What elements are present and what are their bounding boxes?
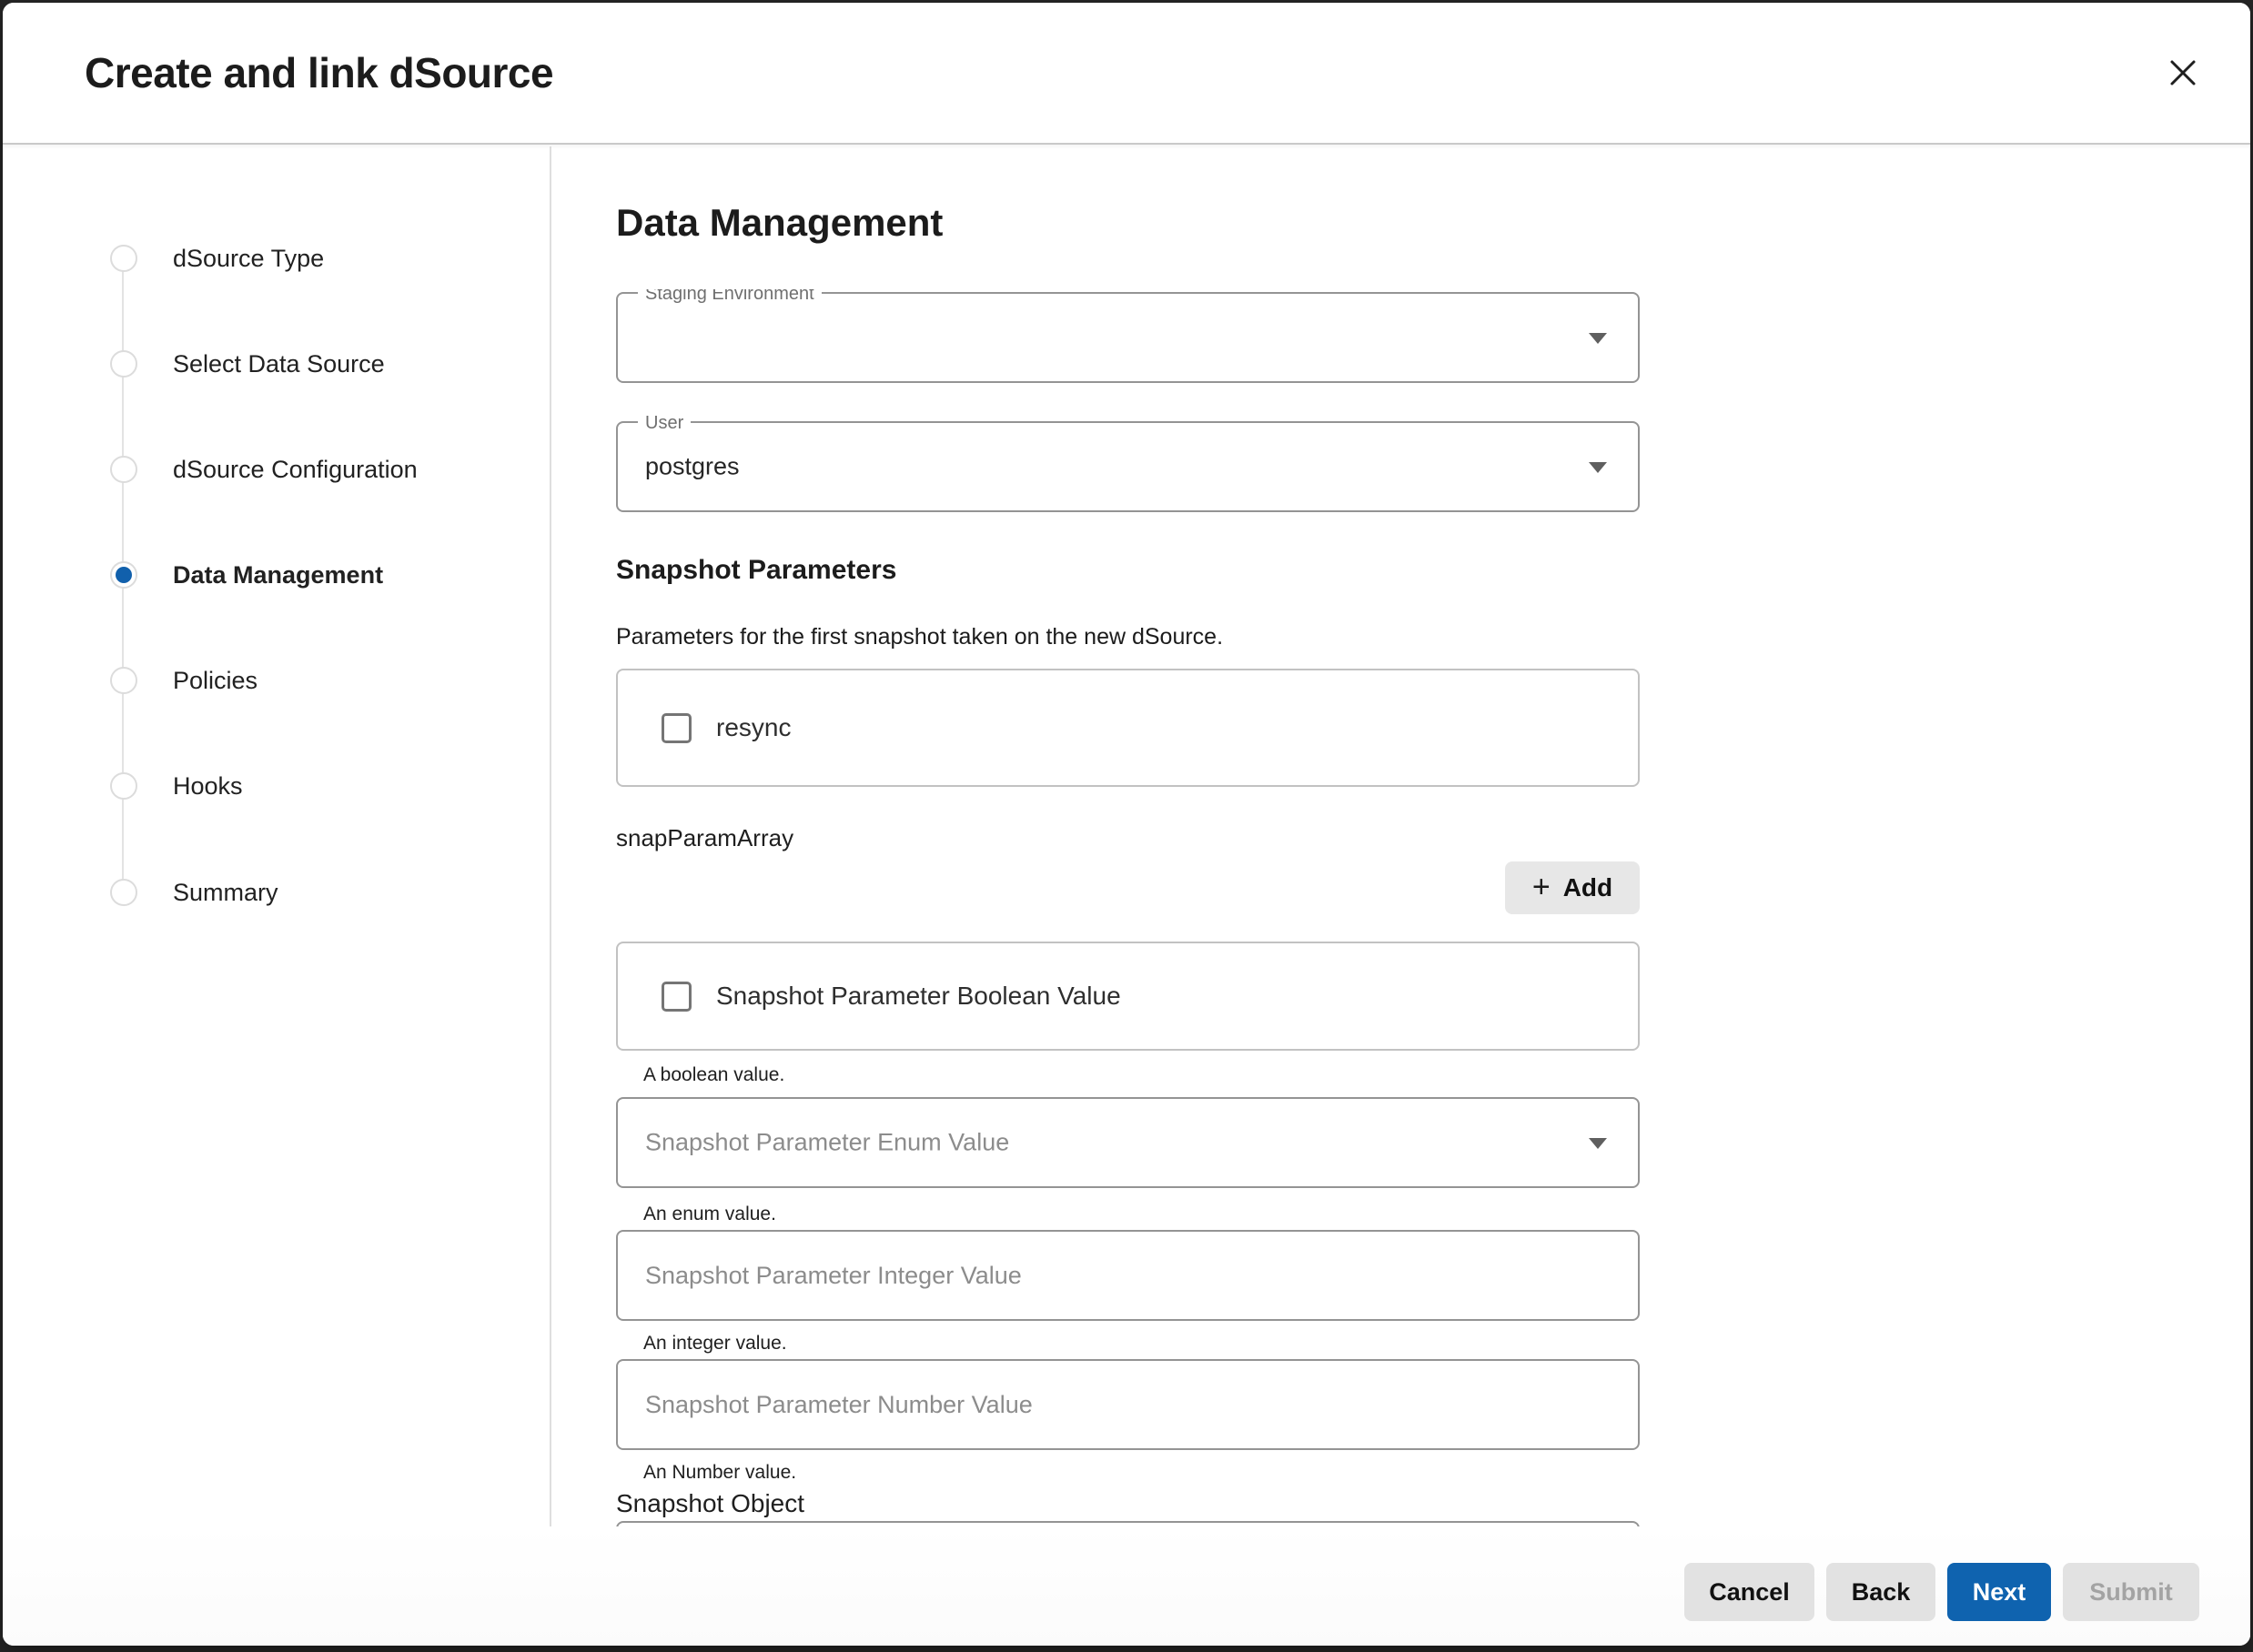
submit-button[interactable]: Submit <box>2063 1563 2199 1621</box>
snapshot-number-field-wrap <box>616 1359 1640 1450</box>
step-summary[interactable]: Summary <box>110 874 278 911</box>
step-label: Summary <box>173 879 278 907</box>
add-button-label: Add <box>1563 873 1612 902</box>
snapshot-boolean-group: Snapshot Parameter Boolean Value <box>616 942 1640 1051</box>
wizard-stepper: dSource Type Select Data Source dSource … <box>3 146 549 1526</box>
close-icon <box>2165 55 2201 91</box>
staging-environment-select[interactable]: Staging Environment <box>616 292 1640 383</box>
step-dsource-type[interactable]: dSource Type <box>110 240 324 277</box>
form-scroll-area[interactable]: Staging Environment User postgres Snapsh… <box>616 289 1640 1536</box>
step-label: dSource Configuration <box>173 456 418 484</box>
step-label: Data Management <box>173 561 383 589</box>
dialog-header: Create and link dSource <box>3 3 2250 145</box>
resync-checkbox[interactable] <box>662 713 692 743</box>
integer-helper-text: An integer value. <box>616 1332 1640 1355</box>
snapshot-parameters-description: Parameters for the first snapshot taken … <box>616 623 1640 650</box>
step-circle-icon <box>110 350 137 378</box>
step-policies[interactable]: Policies <box>110 662 258 699</box>
next-button[interactable]: Next <box>1947 1563 2051 1621</box>
resync-label: resync <box>716 713 791 742</box>
chevron-down-icon <box>1589 333 1607 344</box>
step-data-management[interactable]: Data Management <box>110 557 383 593</box>
user-value: postgres <box>645 453 740 481</box>
panel-divider <box>550 146 551 1526</box>
step-circle-icon <box>110 772 137 800</box>
snapshot-integer-input[interactable] <box>618 1232 1638 1319</box>
dialog-body: dSource Type Select Data Source dSource … <box>3 146 2250 1526</box>
snapshot-object-label: Snapshot Object <box>616 1488 1640 1519</box>
step-circle-icon <box>110 456 137 483</box>
step-label: Select Data Source <box>173 350 385 378</box>
data-management-panel: Data Management Staging Environment User… <box>616 146 1640 1526</box>
user-select[interactable]: User postgres <box>616 421 1640 512</box>
enum-helper-text: An enum value. <box>616 1203 1640 1226</box>
chevron-down-icon <box>1589 1138 1607 1149</box>
step-label: Policies <box>173 667 258 695</box>
step-circle-icon <box>110 667 137 694</box>
create-dsource-dialog: Create and link dSource dSource Type Sel… <box>3 3 2250 1646</box>
resync-group: resync <box>616 669 1640 787</box>
plus-icon: + <box>1532 871 1551 902</box>
snapshot-number-input[interactable] <box>618 1361 1638 1448</box>
dialog-title: Create and link dSource <box>85 48 553 97</box>
back-button[interactable]: Back <box>1826 1563 1935 1621</box>
boolean-helper-text: A boolean value. <box>616 1063 1640 1087</box>
snapshot-parameters-heading: Snapshot Parameters <box>616 554 1640 587</box>
snapshot-boolean-label: Snapshot Parameter Boolean Value <box>716 982 1121 1011</box>
close-button[interactable] <box>2159 49 2207 96</box>
step-select-data-source[interactable]: Select Data Source <box>110 346 385 382</box>
page-title: Data Management <box>616 201 943 245</box>
step-label: dSource Type <box>173 245 324 273</box>
add-button[interactable]: + Add <box>1505 861 1640 914</box>
step-label: Hooks <box>173 772 243 801</box>
step-circle-icon <box>110 879 137 906</box>
cancel-button[interactable]: Cancel <box>1684 1563 1814 1621</box>
staging-environment-label: Staging Environment <box>638 289 822 306</box>
user-label: User <box>638 411 691 435</box>
step-circle-icon <box>110 245 137 272</box>
dialog-footer: Cancel Back Next Submit <box>3 1526 2250 1646</box>
snap-param-array-label: snapParamArray <box>616 823 1640 852</box>
snapshot-enum-select[interactable]: Snapshot Parameter Enum Value <box>616 1097 1640 1188</box>
step-dsource-configuration[interactable]: dSource Configuration <box>110 451 418 488</box>
snapshot-integer-field-wrap <box>616 1230 1640 1321</box>
step-hooks[interactable]: Hooks <box>110 768 243 804</box>
screen-backdrop: Create and link dSource dSource Type Sel… <box>0 0 2253 1652</box>
snapshot-boolean-checkbox[interactable] <box>662 982 692 1012</box>
chevron-down-icon <box>1589 462 1607 473</box>
add-row: + Add <box>616 861 1640 914</box>
number-helper-text: An Number value. <box>616 1461 1640 1485</box>
snapshot-enum-placeholder: Snapshot Parameter Enum Value <box>645 1129 1009 1157</box>
step-active-circle-icon <box>110 561 137 589</box>
